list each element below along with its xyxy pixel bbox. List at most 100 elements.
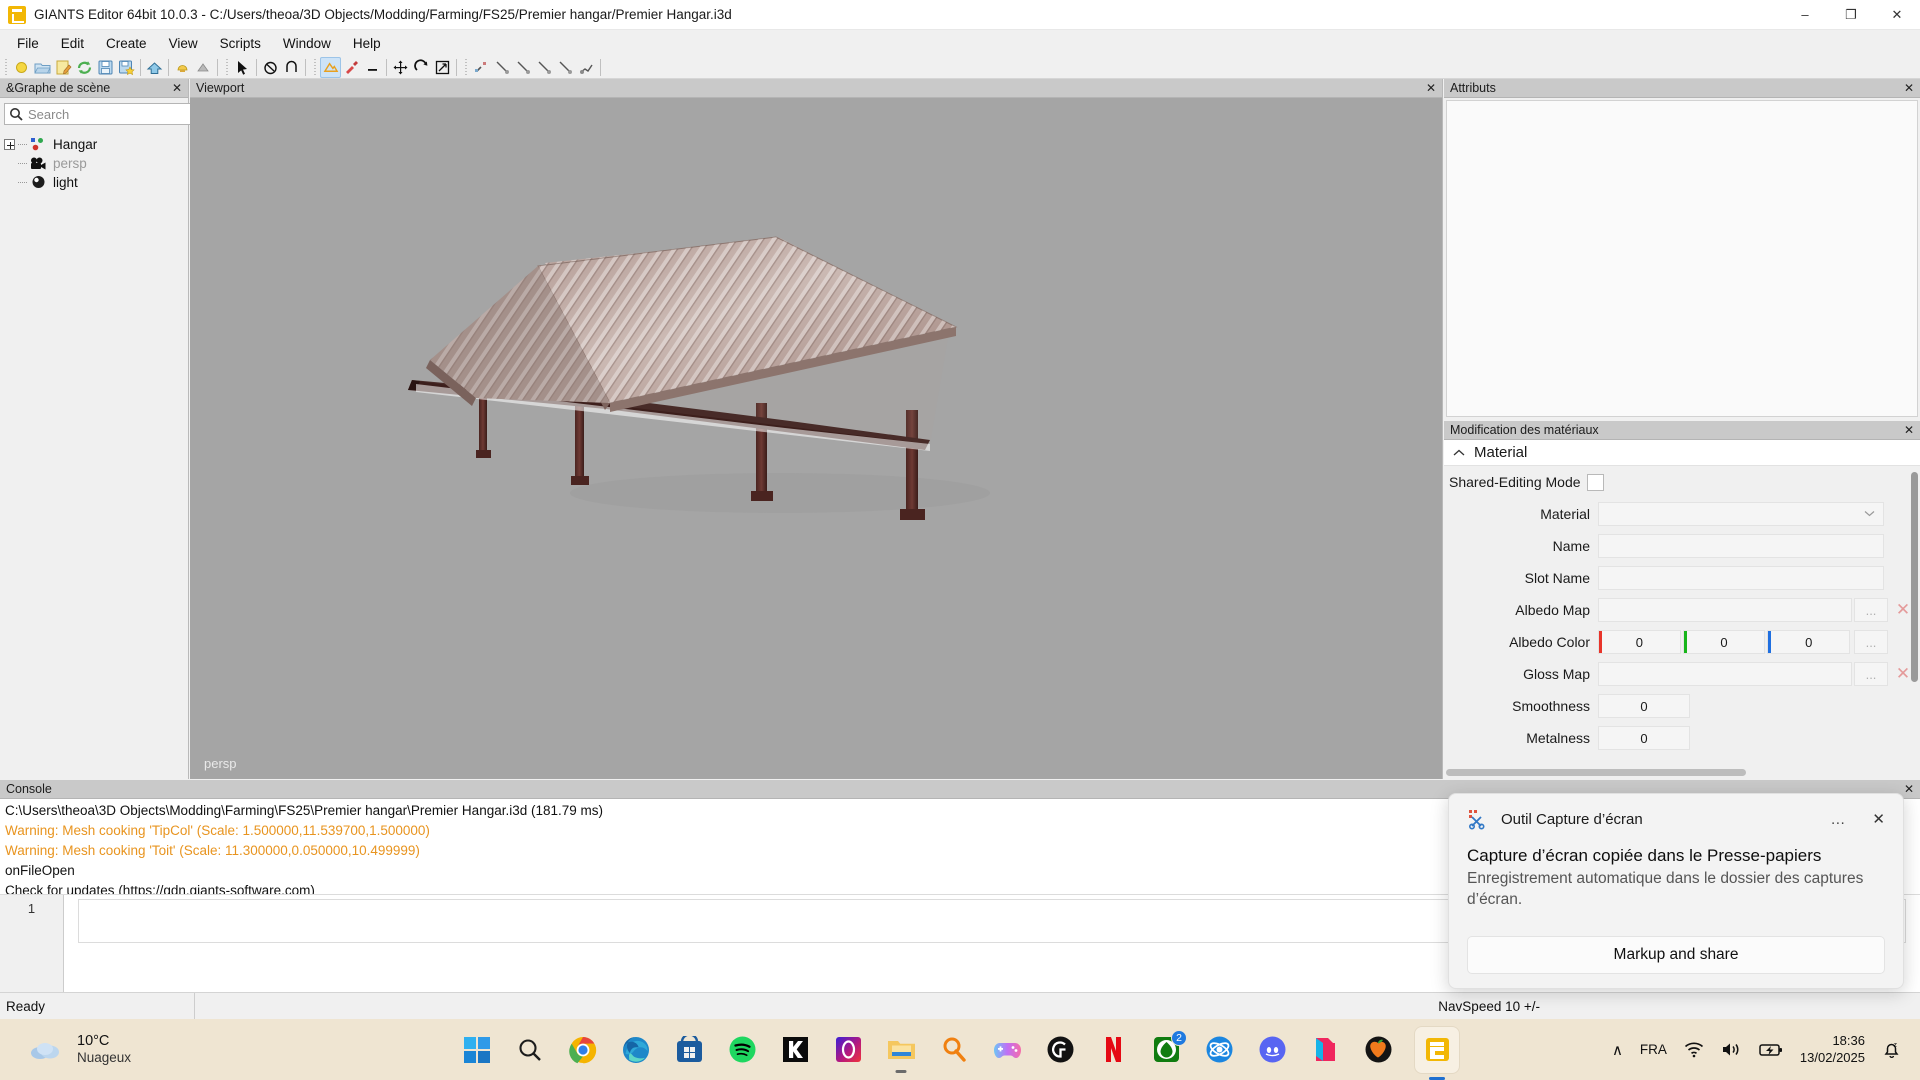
- viewport-3d-canvas[interactable]: persp: [190, 98, 1442, 779]
- clock[interactable]: 18:36 13/02/2025: [1800, 1033, 1865, 1066]
- markup-and-share-button[interactable]: Markup and share: [1467, 936, 1885, 974]
- maximize-button[interactable]: ❐: [1828, 0, 1874, 30]
- menu-window[interactable]: Window: [272, 33, 342, 54]
- menu-edit[interactable]: Edit: [50, 33, 95, 54]
- gloss-map-input[interactable]: [1598, 662, 1852, 686]
- bell-dnd-icon[interactable]: z: [1882, 1040, 1902, 1060]
- volume-icon[interactable]: [1721, 1041, 1742, 1058]
- material-vscroll-thumb[interactable]: [1911, 472, 1918, 682]
- line-tool-2-icon[interactable]: [513, 57, 534, 78]
- slot-name-input[interactable]: [1598, 566, 1884, 590]
- microsoft-store-icon[interactable]: [673, 1034, 705, 1066]
- metalness-input[interactable]: 0: [1598, 726, 1690, 750]
- new-scene-icon[interactable]: [11, 57, 32, 78]
- menu-help[interactable]: Help: [342, 33, 392, 54]
- start-button[interactable]: [461, 1034, 493, 1066]
- toast-close-icon[interactable]: ✕: [1872, 810, 1885, 828]
- wifi-icon[interactable]: [1684, 1041, 1704, 1058]
- search-icon[interactable]: [514, 1034, 546, 1066]
- tree-node-hangar[interactable]: Hangar: [0, 135, 188, 154]
- menu-scripts[interactable]: Scripts: [209, 33, 272, 54]
- everything-icon[interactable]: [938, 1034, 970, 1066]
- edit-file-icon[interactable]: [53, 57, 74, 78]
- expand-icon[interactable]: [4, 139, 15, 150]
- chrome-icon[interactable]: [567, 1034, 599, 1066]
- terrain-tool-icon[interactable]: [320, 56, 341, 78]
- open-file-icon[interactable]: [32, 57, 53, 78]
- shared-editing-mode-checkbox[interactable]: [1586, 473, 1604, 491]
- albedo-color-g-input[interactable]: 0: [1682, 630, 1766, 654]
- language-indicator[interactable]: FRA: [1640, 1042, 1667, 1057]
- albedo-color-r-input[interactable]: 0: [1598, 630, 1681, 654]
- albedo-color-picker-button[interactable]: ...: [1854, 630, 1888, 654]
- app-active-indicator: [1429, 1076, 1445, 1080]
- material-hscroll-thumb[interactable]: [1446, 769, 1746, 776]
- material-horizontal-scrollbar[interactable]: [1446, 768, 1908, 777]
- import-icon[interactable]: [144, 57, 165, 78]
- toolbar-grip-2[interactable]: [223, 58, 230, 76]
- pan-tool-icon[interactable]: [260, 57, 281, 78]
- light-tool-icon[interactable]: [172, 57, 193, 78]
- toolbar-grip-3[interactable]: [311, 58, 318, 76]
- xbox-icon[interactable]: 2: [1150, 1029, 1187, 1066]
- toast-more-button[interactable]: …: [1830, 811, 1846, 828]
- toolbar-grip[interactable]: [2, 58, 9, 76]
- line-tool-1-icon[interactable]: [492, 57, 513, 78]
- logitech-g-icon[interactable]: [1044, 1034, 1076, 1066]
- line-tool-3-icon[interactable]: [534, 57, 555, 78]
- gloss-map-browse-button[interactable]: ...: [1854, 662, 1888, 686]
- select-arrow-icon[interactable]: [232, 57, 253, 78]
- file-explorer-icon[interactable]: [885, 1034, 917, 1073]
- kick-icon[interactable]: [779, 1034, 811, 1066]
- blender-like-icon[interactable]: [1309, 1034, 1341, 1066]
- menu-create[interactable]: Create: [95, 33, 158, 54]
- scale-tool-icon[interactable]: [432, 57, 453, 78]
- name-input[interactable]: [1598, 534, 1884, 558]
- rotate-tool-icon[interactable]: [411, 57, 432, 78]
- toolbar-grip-4[interactable]: [462, 58, 469, 76]
- scenegraph-close-icon[interactable]: ✕: [172, 81, 182, 95]
- netflix-icon[interactable]: [1097, 1034, 1129, 1066]
- fl-studio-icon[interactable]: [1362, 1034, 1394, 1066]
- controller-icon[interactable]: [991, 1034, 1023, 1066]
- snap-tool-icon[interactable]: [471, 57, 492, 78]
- material-section-header[interactable]: Material: [1444, 440, 1920, 466]
- material-vertical-scrollbar[interactable]: [1910, 466, 1919, 779]
- zoom-tool-icon[interactable]: [281, 57, 302, 78]
- material-combobox[interactable]: [1598, 502, 1884, 526]
- paint-tool-icon[interactable]: [341, 57, 362, 78]
- smoothness-input[interactable]: 0: [1598, 694, 1690, 718]
- save-icon[interactable]: [95, 57, 116, 78]
- albedo-color-b-input[interactable]: 0: [1767, 630, 1851, 654]
- tree-node-persp[interactable]: persp: [0, 154, 188, 173]
- edge-icon[interactable]: [620, 1034, 652, 1066]
- minus-tool-icon[interactable]: [362, 57, 383, 78]
- reload-icon[interactable]: [74, 57, 95, 78]
- measure-tool-icon[interactable]: [576, 57, 597, 78]
- albedo-map-browse-button[interactable]: ...: [1854, 598, 1888, 622]
- minimize-button[interactable]: –: [1782, 0, 1828, 30]
- toast-notification[interactable]: Outil Capture d’écran … ✕ Capture d’écra…: [1448, 793, 1904, 989]
- giants-editor-icon[interactable]: [1415, 1026, 1459, 1080]
- shadow-tool-icon[interactable]: [193, 57, 214, 78]
- battery-charging-icon[interactable]: [1759, 1042, 1783, 1058]
- tree-node-light[interactable]: light: [0, 173, 188, 192]
- weather-widget[interactable]: 10°C Nuageux: [28, 1032, 131, 1067]
- opera-gx-icon[interactable]: [832, 1034, 864, 1066]
- menu-view[interactable]: View: [158, 33, 209, 54]
- save-as-icon[interactable]: [116, 57, 137, 78]
- discord-icon[interactable]: [1256, 1034, 1288, 1066]
- spotify-icon[interactable]: [726, 1034, 758, 1066]
- line-tool-4-icon[interactable]: [555, 57, 576, 78]
- epic-games-icon[interactable]: [1203, 1034, 1235, 1066]
- move-tool-icon[interactable]: [390, 57, 411, 78]
- console-close-icon[interactable]: ✕: [1904, 782, 1914, 796]
- viewport-close-icon[interactable]: ✕: [1426, 81, 1436, 95]
- close-button[interactable]: ✕: [1874, 0, 1920, 30]
- material-close-icon[interactable]: ✕: [1904, 423, 1914, 437]
- menu-file[interactable]: File: [6, 33, 50, 54]
- tray-expand-icon[interactable]: ∧: [1612, 1041, 1623, 1059]
- albedo-map-input[interactable]: [1598, 598, 1852, 622]
- attributes-close-icon[interactable]: ✕: [1904, 81, 1914, 95]
- search-input[interactable]: [28, 106, 204, 122]
